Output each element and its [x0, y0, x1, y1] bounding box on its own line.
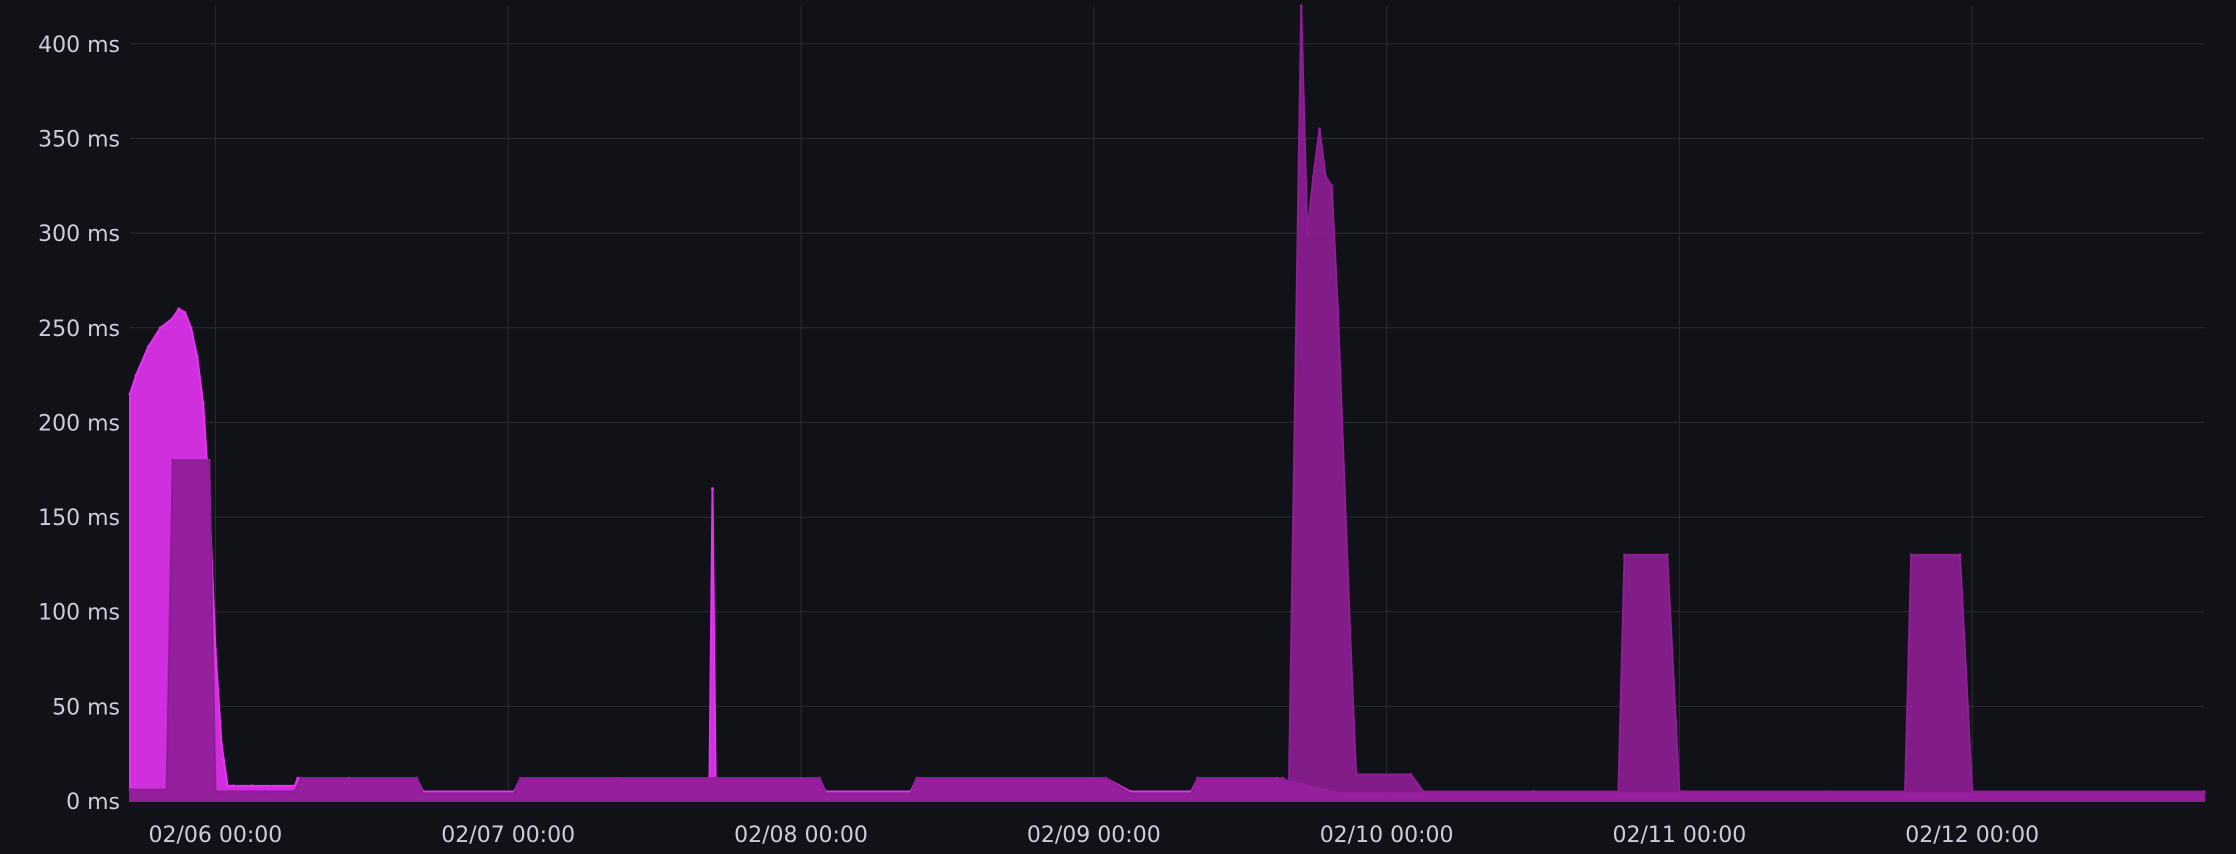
series-1-point — [1421, 790, 1425, 793]
series-0-point — [232, 784, 236, 788]
series-0-point — [220, 742, 223, 746]
series-1-point — [1330, 184, 1334, 188]
x-tick-label: 02/12 00:00 — [1905, 823, 2039, 848]
series-1-point — [1104, 776, 1108, 780]
series-1-point — [1311, 174, 1315, 178]
series-1-point — [128, 788, 132, 792]
series-1-point — [415, 776, 419, 780]
series-1-point — [1128, 791, 1132, 795]
series-1-point — [1196, 776, 1199, 780]
series-0-point — [213, 648, 217, 652]
series-1-point — [262, 790, 266, 793]
grid — [130, 6, 2204, 802]
y-tick-label: 300 ms — [38, 222, 120, 247]
series-1-point — [1281, 776, 1285, 780]
series-0-area — [129, 307, 2205, 802]
series-1-point — [1665, 553, 1669, 557]
series-0-point — [226, 784, 230, 788]
series-1-point — [2202, 790, 2206, 793]
y-tick-label: 50 ms — [52, 695, 120, 720]
series-1-point — [1299, 4, 1303, 8]
y-tick-label: 200 ms — [38, 411, 120, 436]
series-0-point — [128, 392, 132, 396]
series-1-point — [518, 776, 522, 780]
series-1-point — [1287, 780, 1291, 784]
x-tick-label: 02/07 00:00 — [441, 823, 575, 848]
series-layer — [128, 4, 2206, 802]
series-1-point — [299, 776, 303, 780]
x-axis: 02/06 00:00 02/07 00:00 02/08 00:00 02/09 0… — [149, 823, 2040, 848]
x-tick-label: 02/06 00:00 — [149, 823, 283, 848]
series-0-point — [183, 311, 187, 315]
y-tick-label: 0 ms — [66, 790, 120, 815]
series-1-point — [1970, 790, 1974, 793]
series-1-point — [909, 791, 913, 795]
series-1-area — [129, 5, 2205, 802]
series-1-point — [1189, 791, 1193, 795]
y-axis: 0 ms 50 ms 100 ms 150 ms 200 ms 250 ms 300 ms 3… — [38, 33, 120, 815]
y-tick-label: 350 ms — [38, 128, 120, 153]
series-0-point — [146, 345, 150, 349]
x-tick-label: 02/10 00:00 — [1320, 823, 1454, 848]
x-tick-label: 02/08 00:00 — [734, 823, 868, 848]
x-tick-label: 02/11 00:00 — [1613, 823, 1747, 848]
series-1-point — [512, 791, 516, 795]
series-0-point — [171, 316, 175, 320]
series-1-point — [1824, 790, 1828, 793]
series-1-point — [1409, 773, 1413, 776]
series-1-point — [165, 788, 169, 792]
time-series-chart: 0 ms 50 ms 100 ms 150 ms 200 ms 250 ms 300 ms 3… — [38, 4, 2206, 848]
series-1-point — [1336, 307, 1340, 311]
series-1-point — [207, 458, 211, 462]
series-0-point — [250, 784, 254, 788]
y-tick-label: 250 ms — [38, 317, 120, 342]
series-1-point — [213, 790, 217, 793]
series-0-point — [189, 326, 193, 330]
series-1-point — [817, 776, 821, 780]
series-1-point — [1958, 553, 1962, 557]
series-1-point — [1531, 790, 1535, 793]
series-1-point — [1305, 231, 1309, 235]
series-1-point — [1318, 127, 1321, 131]
series-1-point — [1623, 553, 1626, 557]
series-1-point — [714, 776, 718, 780]
series-1-point — [1909, 553, 1913, 557]
series-1-point — [616, 776, 620, 780]
series-1-point — [1616, 790, 1620, 793]
series-1-point — [293, 790, 297, 793]
series-0-point — [296, 776, 300, 780]
series-1-point — [171, 458, 175, 462]
series-1-point — [915, 776, 919, 780]
series-1-point — [1903, 790, 1907, 793]
series-1-point — [1354, 773, 1358, 776]
chart-panel: 0 ms 50 ms 100 ms 150 ms 200 ms 250 ms 300 ms 3… — [0, 0, 2236, 854]
series-0-point — [134, 373, 138, 377]
x-tick-label: 02/09 00:00 — [1027, 823, 1161, 848]
series-0-point — [177, 307, 181, 311]
series-1-point — [1324, 174, 1328, 178]
series-0-point — [159, 326, 162, 330]
series-0-point — [201, 402, 205, 405]
y-tick-label: 100 ms — [38, 601, 120, 626]
series-1-point — [1677, 790, 1681, 793]
series-1-point — [823, 791, 827, 795]
series-1-point — [421, 791, 425, 795]
series-0-point — [711, 487, 714, 491]
series-1-point — [1348, 629, 1352, 633]
y-tick-label: 400 ms — [38, 33, 120, 58]
y-tick-label: 150 ms — [38, 506, 120, 531]
series-0-point — [195, 354, 199, 358]
